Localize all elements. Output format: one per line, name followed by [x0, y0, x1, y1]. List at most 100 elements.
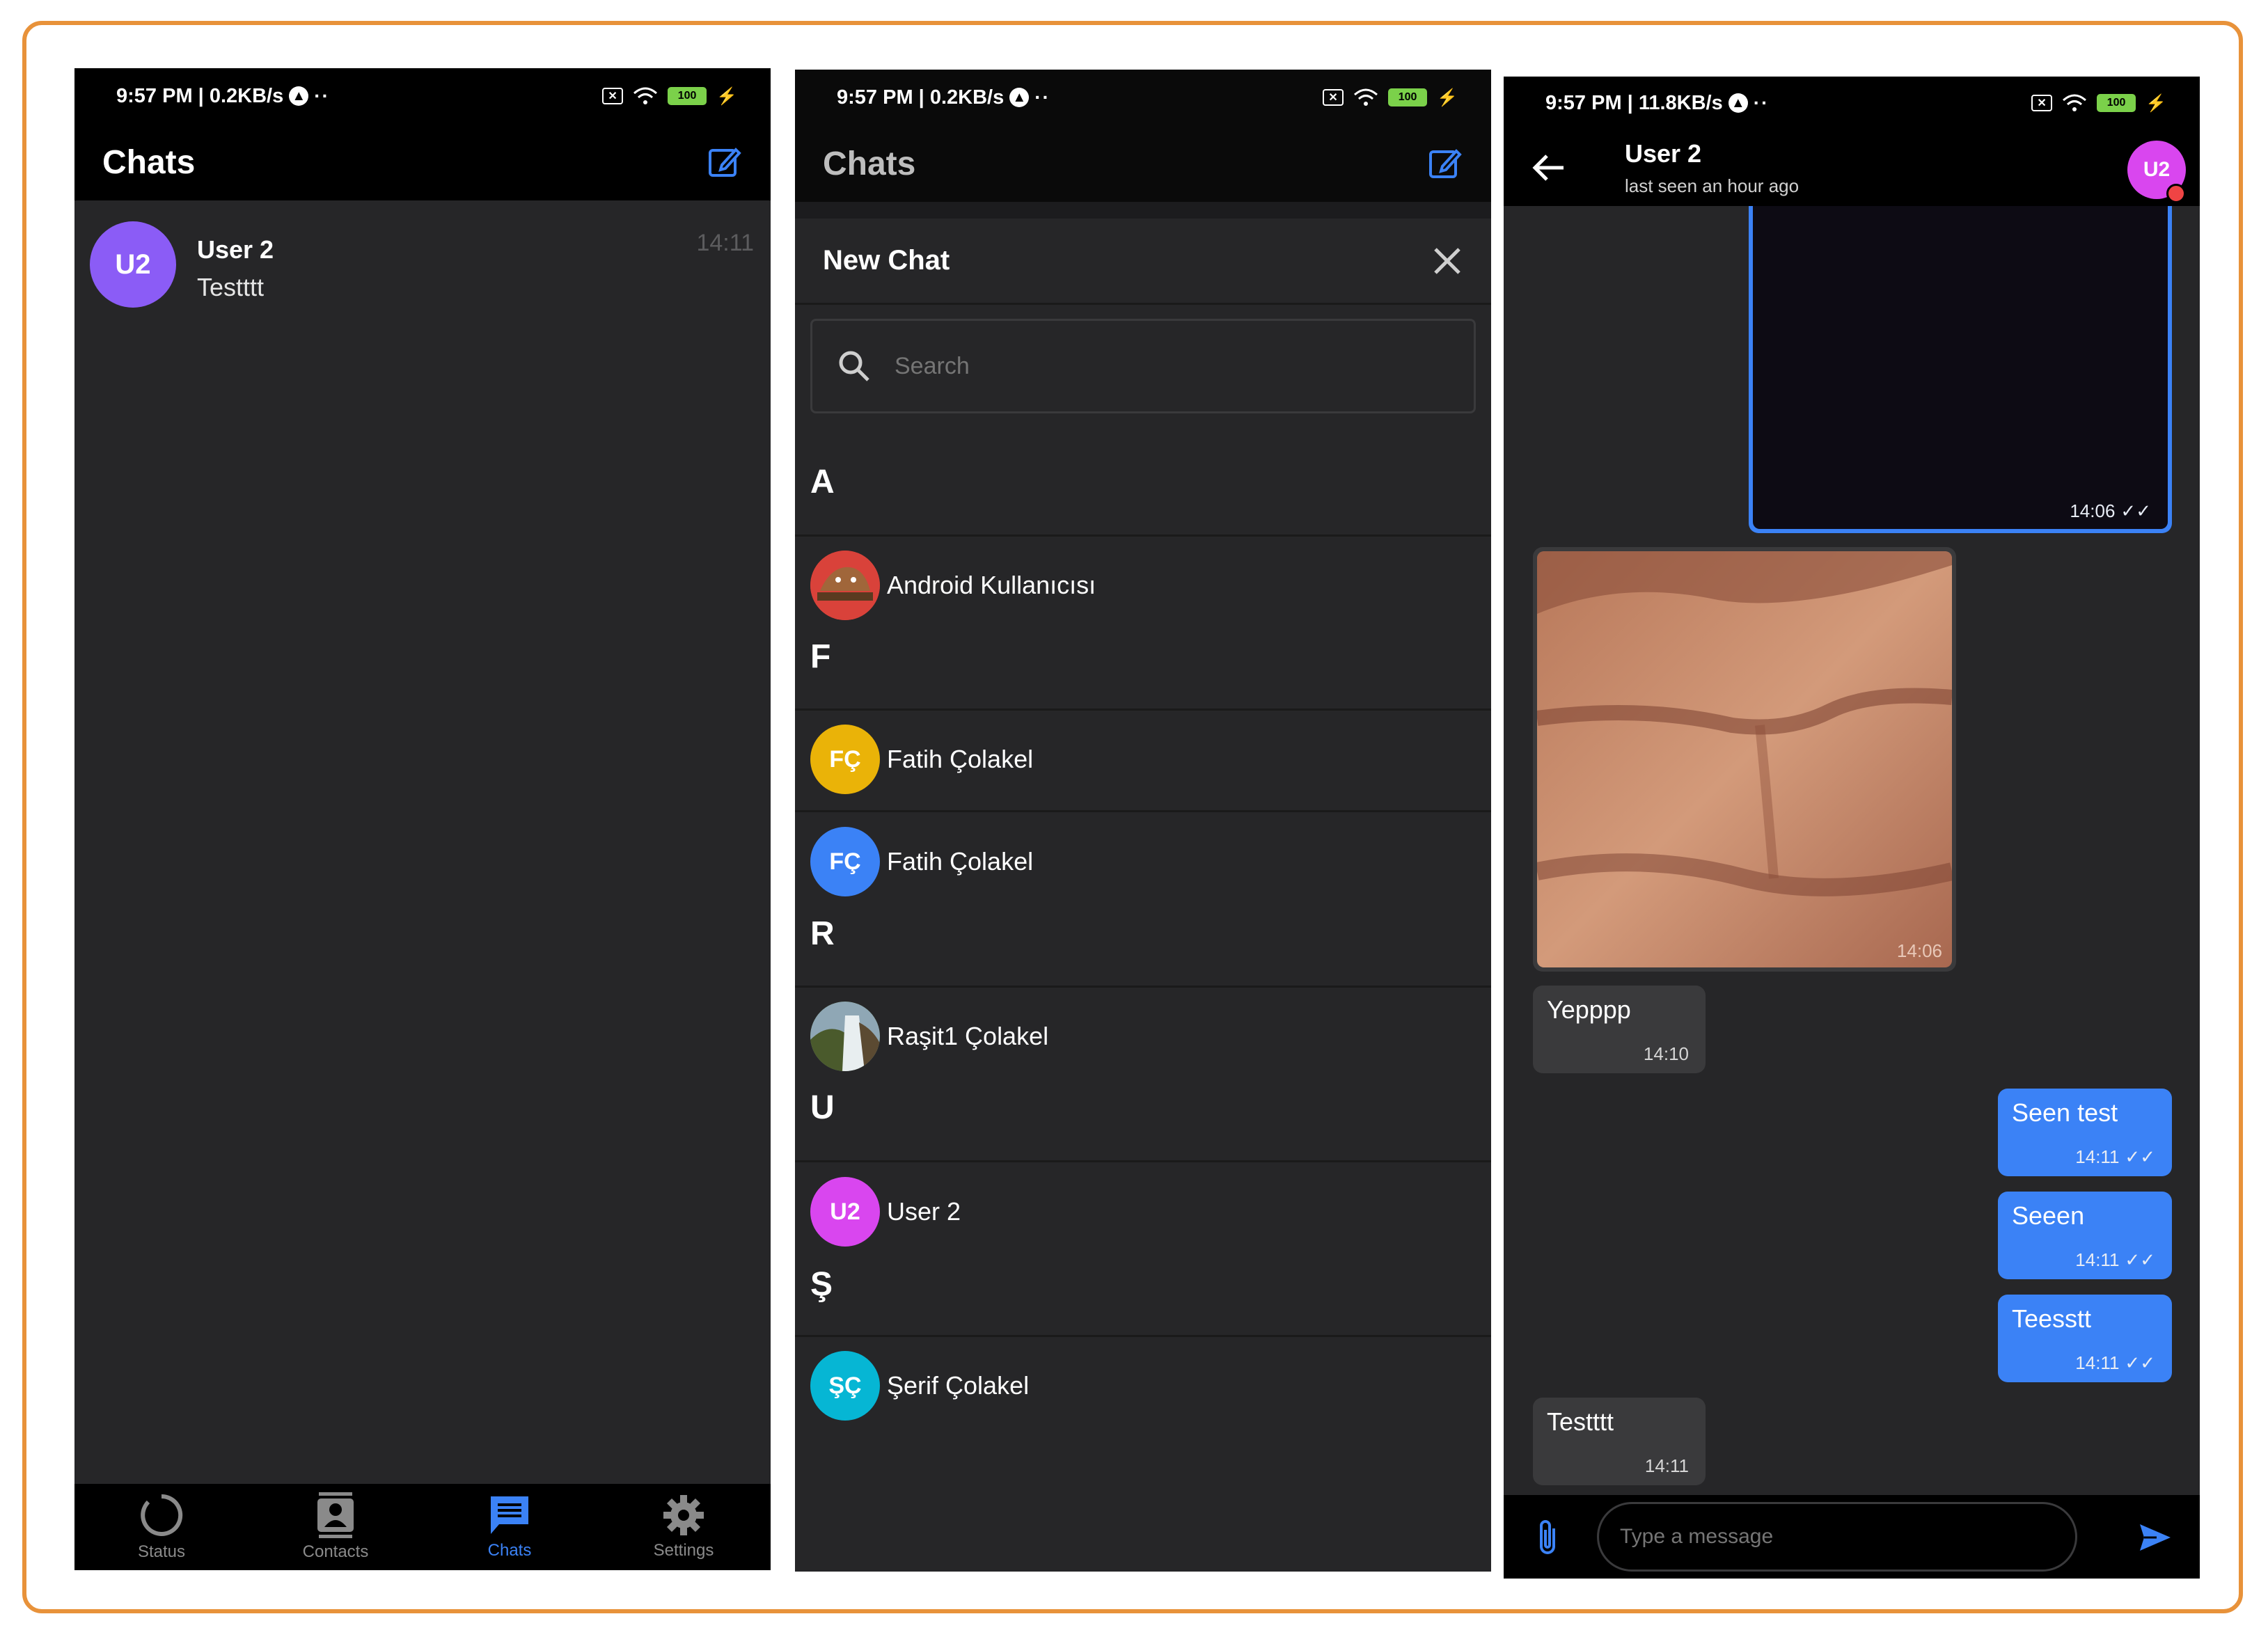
message-meta: 14:11 ✓✓ — [2075, 1249, 2155, 1271]
navigation-app-icon: ▲ — [1728, 93, 1748, 113]
avatar: U2 — [90, 221, 176, 308]
nav-settings[interactable]: Settings — [614, 1494, 753, 1560]
contact-name: Fatih Çolakel — [887, 847, 1034, 876]
contact-name: User 2 — [887, 1197, 961, 1226]
section-letter: Ş — [810, 1266, 833, 1303]
read-receipt-icon: ✓✓ — [2125, 1352, 2155, 1373]
sim-off-icon: ✕ — [1323, 89, 1344, 106]
composer-bar — [1504, 1495, 2200, 1579]
battery-icon: 100 — [1388, 88, 1428, 106]
contacts-icon — [317, 1492, 354, 1538]
chat-preview: Testttt — [197, 273, 265, 301]
chat-list-item[interactable]: U2 User 2 Testttt 14:11 — [74, 200, 771, 333]
photo-image — [1537, 551, 1952, 967]
conversation-header: User 2 last seen an hour ago U2 — [1504, 129, 2200, 206]
contact-item[interactable]: ŞÇ Şerif Çolakel — [810, 1347, 1491, 1424]
divider — [795, 810, 1491, 812]
search-input[interactable] — [893, 351, 1383, 381]
nav-chats[interactable]: Chats — [440, 1494, 579, 1560]
status-bar: 9:57 PM | 11.8KB/s ▲ ·· ✕ 100 ⚡ — [1504, 77, 2200, 129]
app-bar: Chats — [795, 125, 1491, 202]
message-text: Testttt — [1547, 1407, 1614, 1436]
message-time: 14:11 — [2075, 1352, 2120, 1373]
message-in[interactable]: Testttt 14:11 — [1533, 1398, 1706, 1485]
message-meta: 14:10 — [1644, 1043, 1689, 1065]
page-title: Chats — [823, 145, 916, 182]
message-meta: 14:11 ✓✓ — [2075, 1352, 2155, 1374]
wifi-icon — [633, 87, 658, 104]
message-out[interactable]: Seeen 14:11 ✓✓ — [1998, 1192, 2172, 1279]
contact-name: Şerif Çolakel — [887, 1371, 1030, 1400]
edit-icon[interactable] — [1427, 145, 1463, 182]
send-icon[interactable] — [2139, 1523, 2172, 1552]
contact-name: Android Kullanıcısı — [887, 571, 1096, 599]
back-arrow-icon[interactable] — [1531, 150, 1566, 185]
search-icon — [839, 351, 869, 381]
online-indicator — [2166, 184, 2186, 203]
status-icon — [141, 1494, 183, 1536]
contact-item[interactable]: U2 User 2 — [810, 1173, 1491, 1250]
conversation-screen: 9:57 PM | 11.8KB/s ▲ ·· ✕ 100 ⚡ User 2 l… — [1504, 77, 2200, 1579]
status-bar: 9:57 PM | 0.2KB/s ▲ ·· ✕ 100 ⚡ — [74, 68, 771, 124]
message-out[interactable]: Seen test 14:11 ✓✓ — [1998, 1089, 2172, 1176]
nav-status[interactable]: Status — [92, 1492, 231, 1562]
more-notifications-icon: ·· — [1753, 92, 1770, 113]
battery-icon: 100 — [668, 87, 707, 105]
section-letter: F — [810, 638, 831, 675]
section-letter: R — [810, 915, 835, 952]
nav-contacts[interactable]: Contacts — [266, 1492, 405, 1562]
image-content — [1753, 206, 2168, 529]
nav-label: Contacts — [302, 1542, 369, 1561]
message-time: 14:06 — [1896, 940, 1942, 961]
edit-icon[interactable] — [707, 144, 743, 180]
gear-icon — [663, 1495, 704, 1535]
contact-item[interactable]: Raşit1 Çolakel — [810, 998, 1491, 1075]
close-icon[interactable] — [1431, 245, 1463, 277]
nav-label: Chats — [487, 1541, 532, 1560]
message-time: 14:11 — [2075, 1146, 2120, 1167]
page-title: Chats — [102, 143, 196, 181]
attach-icon[interactable] — [1536, 1519, 1559, 1556]
battery-icon: 100 — [2097, 94, 2136, 112]
contact-item[interactable]: Android Kullanıcısı — [810, 547, 1491, 624]
more-notifications-icon: ·· — [314, 85, 330, 106]
image-message-out[interactable]: 14:06 ✓✓ — [1749, 206, 2172, 533]
message-text: Teesstt — [2012, 1304, 2092, 1333]
more-notifications-icon: ·· — [1034, 86, 1050, 108]
chats-screen: 9:57 PM | 0.2KB/s ▲ ·· ✕ 100 ⚡ Chats U2 … — [74, 68, 771, 1570]
avatar: U2 — [810, 1177, 880, 1247]
message-time: 14:11 — [1644, 1455, 1689, 1476]
message-input[interactable] — [1597, 1502, 2077, 1572]
wifi-icon — [2063, 94, 2087, 111]
read-receipt-icon: ✓✓ — [2125, 1249, 2155, 1270]
navigation-app-icon: ▲ — [289, 86, 309, 106]
status-time: 9:57 PM | 0.2KB/s — [837, 86, 1005, 109]
read-receipt-icon: ✓✓ — [2120, 500, 2151, 521]
image-message-in[interactable]: 14:06 — [1533, 547, 1956, 972]
sim-off-icon: ✕ — [2031, 95, 2053, 111]
charging-icon: ⚡ — [2145, 93, 2166, 113]
app-bar: Chats — [74, 124, 771, 200]
android-avatar-image — [810, 551, 880, 620]
message-meta: 14:06 — [1897, 940, 1942, 962]
divider — [795, 535, 1491, 537]
navigation-app-icon: ▲ — [1009, 88, 1030, 107]
contact-item[interactable]: FÇ Fatih Çolakel — [810, 721, 1491, 798]
status-bar: 9:57 PM | 0.2KB/s ▲ ·· ✕ 100 ⚡ — [795, 70, 1491, 125]
message-time: 14:10 — [1643, 1043, 1689, 1064]
new-chat-header: New Chat — [795, 219, 1491, 305]
contact-name: Fatih Çolakel — [887, 745, 1034, 773]
rasit-avatar-image — [810, 1002, 880, 1071]
search-box[interactable] — [810, 319, 1476, 413]
message-text: Seen test — [2012, 1098, 2118, 1127]
status-time: 9:57 PM | 11.8KB/s — [1545, 91, 1723, 114]
message-text: Seeen — [2012, 1201, 2085, 1230]
message-time: 14:11 — [2075, 1249, 2120, 1270]
message-in[interactable]: Yepppp 14:10 — [1533, 986, 1706, 1073]
message-out[interactable]: Teesstt 14:11 ✓✓ — [1998, 1295, 2172, 1382]
contact-name: Raşit1 Çolakel — [887, 1022, 1049, 1050]
charging-icon: ⚡ — [716, 86, 737, 106]
sheet-backdrop — [795, 202, 1491, 219]
android-avatar — [810, 551, 880, 620]
contact-item[interactable]: FÇ Fatih Çolakel — [810, 823, 1491, 900]
